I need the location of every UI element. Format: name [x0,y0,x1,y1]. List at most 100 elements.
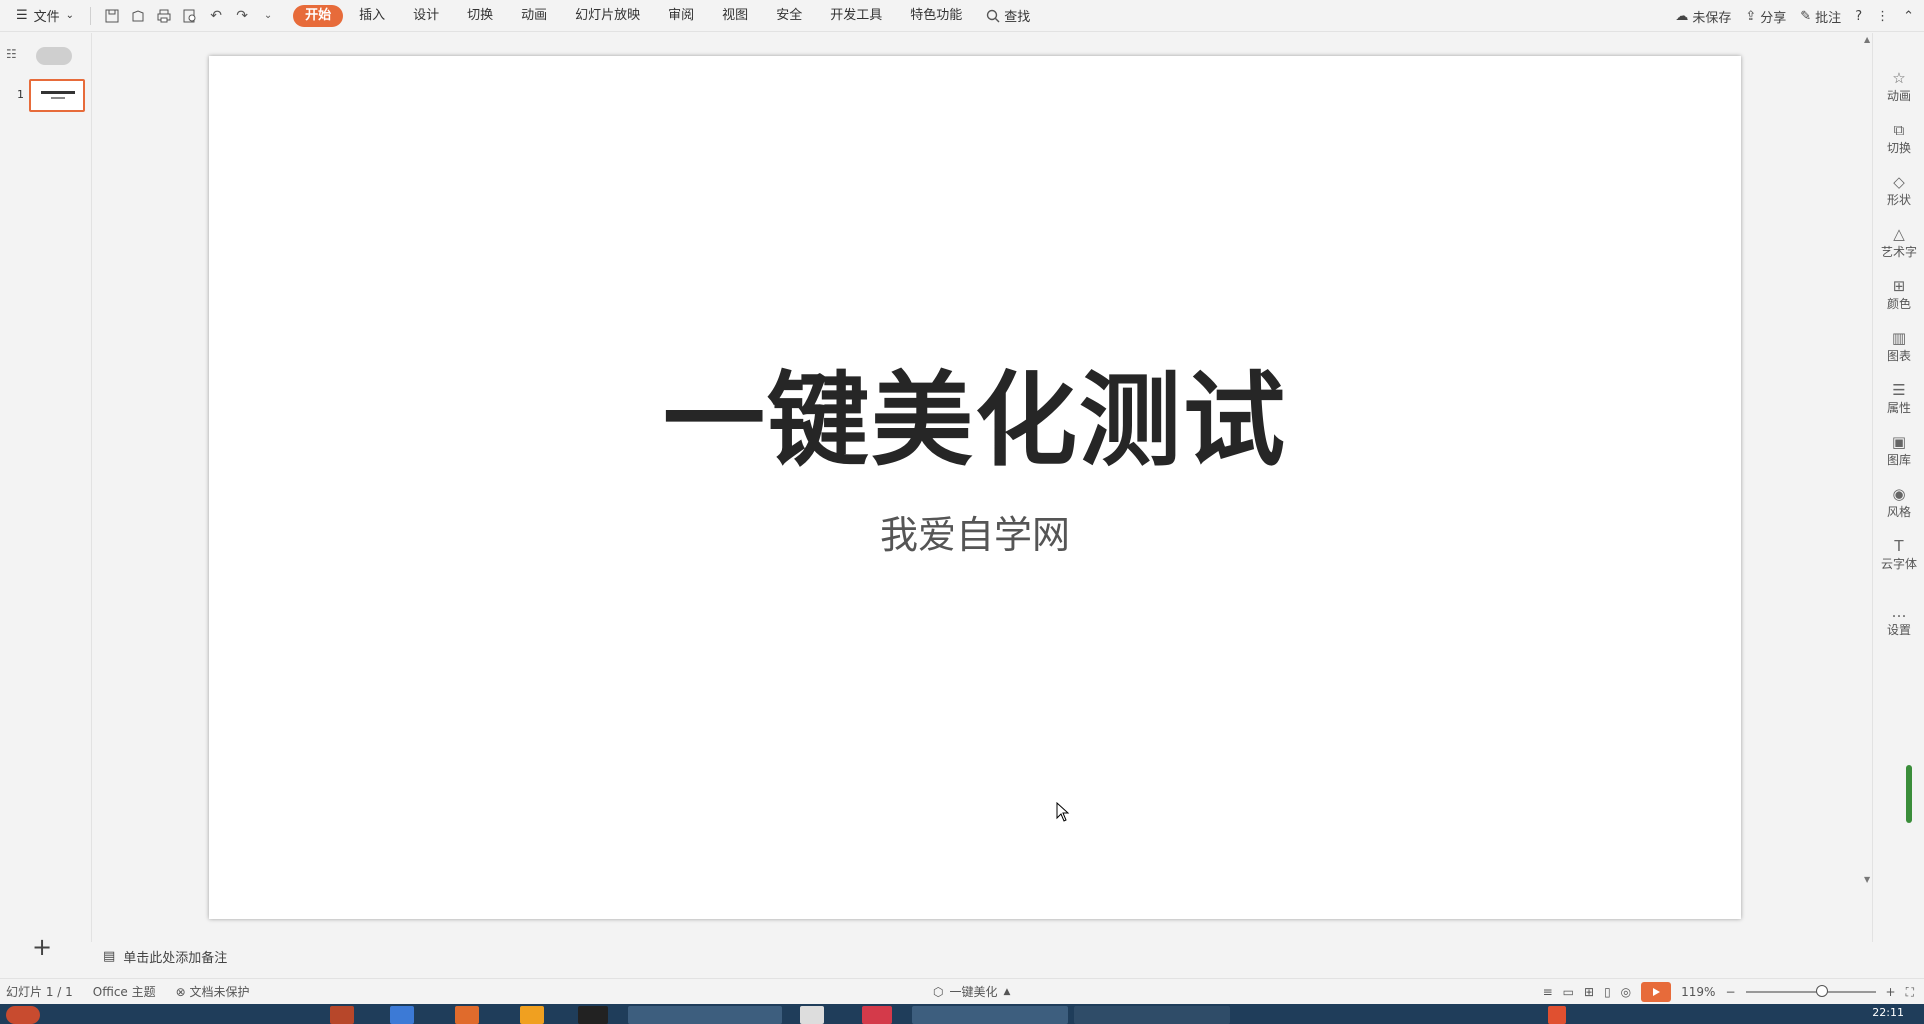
tab-design[interactable]: 设计 [401,5,451,27]
file-menu-button[interactable]: ☰ 文件 ⌄ [10,4,80,28]
thumbnail-title-line [41,91,75,94]
play-slideshow-button[interactable] [1641,982,1672,1002]
slide-title[interactable]: 一键美化测试 [209,371,1741,473]
comment-label: 批注 [1815,10,1842,26]
taskbar-window-3[interactable] [1074,1006,1230,1024]
comment-icon: ✎ [1800,8,1812,24]
panel-animation[interactable]: ☆ 动画 [1873,69,1924,104]
shield-icon: ⊗ [175,985,186,999]
sorter-view-icon[interactable]: ⊞ [1584,985,1594,999]
add-slide-icon[interactable]: + [32,933,52,961]
slide[interactable]: 一键美化测试 我爱自学网 [209,56,1741,919]
help-icon[interactable]: ? [1855,9,1862,24]
export-icon[interactable] [127,5,149,27]
slide-counter: 幻灯片 1 / 1 [6,985,73,999]
panel-wordart[interactable]: △ 艺术字 [1873,225,1924,260]
panel-cloud-font[interactable]: T 云字体 [1873,537,1924,572]
search-icon [987,9,1000,22]
panel-shape-label: 形状 [1886,193,1911,207]
protect-status[interactable]: ⊗ 文档未保护 [176,983,250,1000]
beautify-button[interactable]: ⬡ 一键美化 ▲ [933,983,1010,1000]
notes-icon: ▤ [103,948,116,964]
panel-cloud-font-label: 云字体 [1880,557,1917,571]
taskbar-app-3[interactable] [455,1006,479,1024]
panel-shape[interactable]: ◇ 形状 [1873,173,1924,208]
scroll-up-icon[interactable]: ▲ [1864,35,1870,44]
more-dots-icon: … [1891,603,1907,621]
right-task-panel: ☆ 动画 ⧉ 切换 ◇ 形状 △ 艺术字 ⊞ 颜色 ▥ 图表 ☰ 属性 ▣ 图库 ◉ 风格 T 云字… [1872,33,1924,942]
tab-features[interactable]: 特色功能 [898,5,974,27]
status-bar: 幻灯片 1 / 1 Office 主题 ⊗ 文档未保护 ⬡ 一键美化 ▲ ≡ ▭… [0,978,1924,1004]
notes-toggle-icon[interactable]: ≡ [1543,985,1553,999]
unsaved-button[interactable]: ☁ 未保存 [1675,7,1731,26]
panel-color[interactable]: ⊞ 颜色 [1873,277,1924,312]
scroll-thumb-indicator[interactable] [1906,765,1912,823]
share-button[interactable]: ⇪ 分享 [1745,7,1786,26]
find-button[interactable]: 查找 [978,6,1038,25]
beautify-label: 一键美化 [949,985,998,999]
tab-developer[interactable]: 开发工具 [818,5,894,27]
zoom-value[interactable]: 119% [1681,985,1715,999]
notes-bar[interactable]: ▤ 单击此处添加备注 [93,942,1871,970]
share-icon: ⇪ [1745,8,1757,24]
presenter-view-icon[interactable]: ◎ [1621,985,1631,999]
tab-slideshow[interactable]: 幻灯片放映 [563,5,652,27]
panel-transition[interactable]: ⧉ 切换 [1873,121,1924,156]
print-preview-icon[interactable] [179,5,201,27]
panel-properties[interactable]: ☰ 属性 [1873,381,1924,416]
zoom-slider-knob[interactable] [1815,985,1828,997]
normal-view-icon[interactable]: ▭ [1563,985,1574,999]
tab-start[interactable]: 开始 [293,4,344,27]
vertical-scrollbar[interactable]: ▲ ▼ [1862,33,1872,942]
fit-window-icon[interactable]: ⛶ [1906,985,1914,1000]
taskbar-app-2[interactable] [390,1006,414,1024]
tray-icon[interactable] [1548,1006,1566,1024]
panel-style[interactable]: ◉ 风格 [1873,485,1924,520]
taskbar-app-5[interactable] [578,1006,608,1024]
chart-icon: ▥ [1891,329,1907,347]
taskbar-window-2[interactable] [912,1006,1068,1024]
scroll-down-icon[interactable]: ▼ [1864,875,1870,884]
start-button[interactable] [6,1006,40,1024]
slide-thumbnail[interactable] [29,79,85,112]
shape-icon: ◇ [1893,173,1905,191]
panel-settings[interactable]: … 设置 [1873,603,1924,638]
taskbar-app-4[interactable] [520,1006,544,1024]
taskbar-app-1[interactable] [330,1006,354,1024]
comment-button[interactable]: ✎ 批注 [1800,7,1841,26]
taskbar-app-6[interactable] [800,1006,824,1024]
redo-icon[interactable]: ↷ [231,5,253,27]
zoom-slider[interactable] [1745,985,1876,997]
collapse-ribbon-icon[interactable]: ⌃ [1903,9,1914,24]
slide-subtitle[interactable]: 我爱自学网 [209,516,1741,554]
reading-view-icon[interactable]: ▯ [1604,985,1611,999]
print-icon[interactable] [153,5,175,27]
zoom-out-icon[interactable]: − [1725,985,1735,999]
zoom-in-icon[interactable]: + [1886,985,1896,999]
undo-icon[interactable]: ↶ [205,5,227,27]
hamburger-icon: ☰ [16,8,28,23]
save-icon[interactable] [101,5,123,27]
caret-up-icon: ▲ [1003,986,1011,997]
thumbnail-panel: ☷ 1 + [0,33,92,961]
outline-view-icon[interactable]: ☷ [6,47,24,63]
transition-icon: ⧉ [1893,121,1905,139]
taskbar-window-1[interactable] [628,1006,782,1024]
thumbnail-view-toggle[interactable] [36,47,72,65]
tab-insert[interactable]: 插入 [347,5,397,27]
protect-label: 文档未保护 [189,985,250,999]
tab-review[interactable]: 审阅 [656,5,706,27]
slide-canvas: 一键美化测试 我爱自学网 [93,33,1871,942]
tab-transition[interactable]: 切换 [455,5,505,27]
panel-chart[interactable]: ▥ 图表 [1873,329,1924,364]
tab-view[interactable]: 视图 [710,5,760,27]
thumbnail-subtitle-line [51,97,65,99]
theme-name: Office 主题 [92,985,156,999]
tab-security[interactable]: 安全 [764,5,814,27]
panel-transition-label: 切换 [1886,141,1911,155]
customize-icon[interactable]: ⌄ [257,5,279,27]
panel-gallery[interactable]: ▣ 图库 [1873,433,1924,468]
taskbar-app-7[interactable] [862,1006,892,1024]
more-icon[interactable]: ⋮ [1876,9,1889,24]
tab-animation[interactable]: 动画 [509,5,559,27]
